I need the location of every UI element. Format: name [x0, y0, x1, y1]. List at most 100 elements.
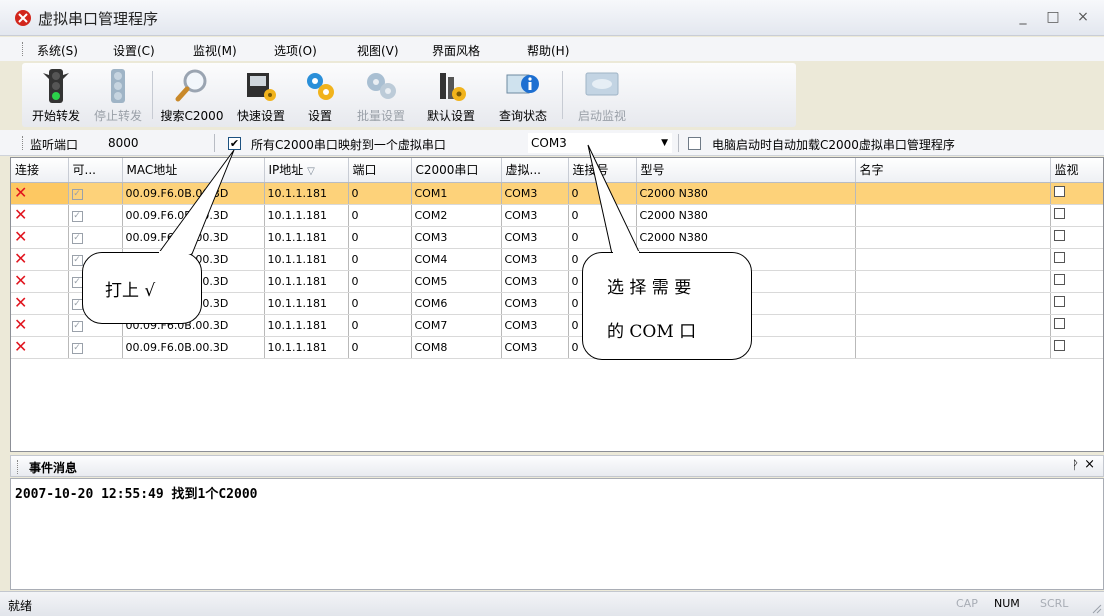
monitor-checkbox[interactable]	[1053, 340, 1065, 351]
col-model[interactable]: 型号	[636, 158, 856, 183]
col-ip-label: IP地址	[268, 163, 304, 178]
monitor-checkbox[interactable]	[1053, 230, 1065, 241]
cell-model: C2000 N380	[636, 182, 856, 205]
start-monitor-button[interactable]: 启动监视	[568, 65, 636, 125]
table-row[interactable]: ✕ ✓ 00.09.F6.0B.00.3D 10.1.1.181 0 COM3 …	[11, 226, 1103, 249]
settings-button[interactable]: 设置	[298, 65, 342, 125]
monitor-icon	[585, 72, 619, 96]
col-connect[interactable]: 连接	[11, 158, 69, 183]
close-icon[interactable]: ×	[1084, 457, 1095, 472]
menu-grip[interactable]	[22, 42, 25, 56]
monitor-checkbox[interactable]	[1053, 252, 1065, 263]
menu-options[interactable]: 选项(O)	[274, 42, 317, 59]
table-row[interactable]: ✕ ✓ 00.09.F6.0B.00.3D 10.1.1.181 0 COM2 …	[11, 204, 1103, 227]
traffic-light-icon	[43, 69, 69, 103]
sort-indicator-icon: ▽	[307, 166, 315, 178]
table-row[interactable]: ✕ ✓ 00.09.F6.0B.00.3D 10.1.1.181 0 COM1 …	[11, 182, 1103, 205]
disconnected-icon: ✕	[14, 227, 28, 246]
maximize-button[interactable]: □	[1042, 6, 1064, 28]
monitor-checkbox[interactable]	[1053, 186, 1065, 197]
stop-forward-label: 停止转发	[93, 109, 142, 123]
settings-label: 设置	[307, 109, 332, 123]
autoload-checkbox[interactable]	[688, 137, 701, 150]
query-status-button[interactable]: 查询状态	[488, 65, 558, 125]
resize-grip-icon[interactable]	[1090, 602, 1102, 614]
listen-port-label: 监听端口	[30, 138, 79, 152]
map-all-checkbox[interactable]: ✔	[228, 137, 241, 150]
cell-port: 0	[348, 182, 412, 205]
cell-c2000-port: COM5	[411, 270, 502, 293]
cell-c2000-port: COM2	[411, 204, 502, 227]
events-grip[interactable]	[17, 460, 20, 474]
events-log[interactable]: 2007-10-20 12:55:49 找到1个C2000	[10, 478, 1104, 590]
available-check-icon: ✓	[71, 255, 83, 266]
toolbar: 开始转发 停止转发 搜索C2000 快速设置 设置 批量设置 默认设置 查询状态…	[22, 63, 796, 127]
cell-ip: 10.1.1.181	[264, 226, 349, 249]
monitor-checkbox[interactable]	[1053, 208, 1065, 219]
menu-ui-style[interactable]: 界面风格	[432, 42, 480, 59]
map-all-label: 所有C2000串口映射到一个虚拟串口	[251, 138, 446, 152]
cell-c2000-port: COM3	[411, 226, 502, 249]
available-check-icon: ✓	[71, 233, 83, 244]
menu-monitor[interactable]: 监视(M)	[193, 42, 237, 59]
cell-c2000-port: COM6	[411, 292, 502, 315]
monitor-checkbox[interactable]	[1053, 296, 1065, 307]
cell-port: 0	[348, 270, 412, 293]
quick-setup-button[interactable]: 快速设置	[228, 65, 294, 125]
col-conn-no[interactable]: 连接号	[568, 158, 637, 183]
events-panel-title: 事件消息	[29, 461, 78, 475]
title-bar: 虚拟串口管理程序 _ □ ×	[0, 0, 1104, 36]
col-monitor[interactable]: 监视	[1050, 158, 1103, 183]
cell-mac: 00.09.F6.0B.00.3D	[122, 226, 265, 249]
cell-model: C2000 N380	[636, 204, 856, 227]
dropdown-arrow-icon[interactable]: ▼	[661, 138, 668, 148]
start-monitor-label: 启动监视	[577, 109, 626, 123]
cell-ip: 10.1.1.181	[264, 336, 349, 359]
col-ip[interactable]: IP地址 ▽	[264, 158, 349, 183]
monitor-checkbox[interactable]	[1053, 318, 1065, 329]
stop-forward-button[interactable]: 停止转发	[88, 65, 148, 125]
col-port[interactable]: 端口	[348, 158, 412, 183]
minimize-button[interactable]: _	[1012, 6, 1034, 28]
default-settings-button[interactable]: 默认设置	[416, 65, 486, 125]
menu-system[interactable]: 系统(S)	[37, 42, 78, 59]
menu-view[interactable]: 视图(V)	[357, 42, 399, 59]
monitor-checkbox[interactable]	[1053, 274, 1065, 285]
cell-virtual-port: COM3	[501, 248, 569, 271]
virtual-port-value: COM3	[531, 136, 567, 150]
col-virtual-port[interactable]: 虚拟...	[501, 158, 569, 183]
pin-icon[interactable]: ᚹ	[1072, 458, 1079, 472]
status-text: 就绪	[8, 599, 33, 613]
batch-settings-button[interactable]: 批量设置	[348, 65, 414, 125]
cell-virtual-port: COM3	[501, 336, 569, 359]
menu-help[interactable]: 帮助(H)	[527, 42, 569, 59]
col-mac[interactable]: MAC地址	[122, 158, 265, 183]
search-c2000-button[interactable]: 搜索C2000	[158, 65, 226, 125]
disconnected-icon: ✕	[14, 205, 28, 224]
batch-gears-icon	[367, 73, 396, 99]
col-c2000-port[interactable]: C2000串口	[411, 158, 502, 183]
grid-header: 连接 可... MAC地址 IP地址 ▽ 端口 C2000串口 虚拟... 连接…	[11, 158, 1103, 183]
menu-settings[interactable]: 设置(C)	[113, 42, 155, 59]
start-forward-button[interactable]: 开始转发	[26, 65, 86, 125]
cell-port: 0	[348, 248, 412, 271]
event-line: 2007-10-20 12:55:49 找到1个C2000	[15, 487, 258, 502]
col-available[interactable]: 可...	[68, 158, 123, 183]
table-row[interactable]: ✕ ✓ 00.09.F6.0B.00.3D 10.1.1.181 0 COM8 …	[11, 336, 1103, 359]
cell-model: C2000 N380	[636, 226, 856, 249]
close-button[interactable]: ×	[1072, 6, 1094, 28]
num-indicator: NUM	[994, 597, 1020, 610]
options-grip[interactable]	[22, 136, 25, 150]
traffic-light-icon	[111, 69, 125, 103]
col-name[interactable]: 名字	[855, 158, 1051, 183]
disconnected-icon: ✕	[14, 315, 28, 334]
events-panel-header: 事件消息 ᚹ ×	[10, 455, 1104, 477]
query-status-label: 查询状态	[498, 109, 547, 123]
virtual-port-select[interactable]: COM3 ▼	[528, 133, 672, 153]
start-forward-label: 开始转发	[31, 109, 80, 123]
available-check-icon: ✓	[71, 299, 83, 310]
search-c2000-label: 搜索C2000	[160, 109, 224, 123]
listen-port-input[interactable]: 8000	[108, 136, 139, 150]
cell-name	[855, 182, 1051, 205]
gears-icon	[307, 73, 334, 100]
